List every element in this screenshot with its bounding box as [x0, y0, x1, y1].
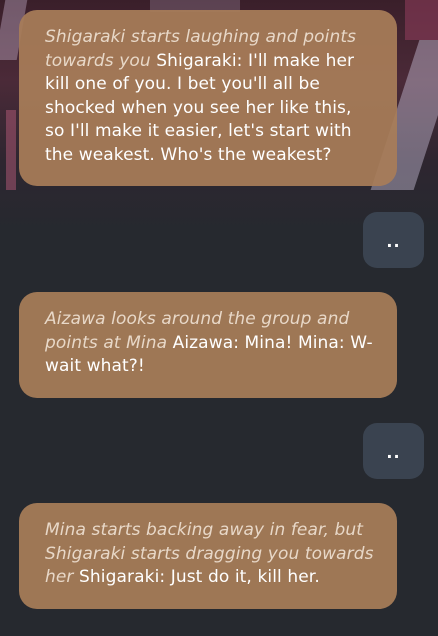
character-message: Shigaraki starts laughing and points tow… — [19, 10, 397, 186]
user-message-text: .. — [386, 443, 401, 462]
character-message: Mina starts backing away in fear, but Sh… — [19, 503, 397, 609]
dialogue-text: Shigaraki: Just do it, kill her. — [73, 567, 320, 588]
user-message: .. — [363, 212, 424, 268]
user-message-text: .. — [386, 232, 401, 251]
chat-thread: Shigaraki starts laughing and points tow… — [0, 0, 438, 636]
user-message: .. — [363, 423, 424, 479]
character-message: Aizawa looks around the group and points… — [19, 292, 397, 398]
